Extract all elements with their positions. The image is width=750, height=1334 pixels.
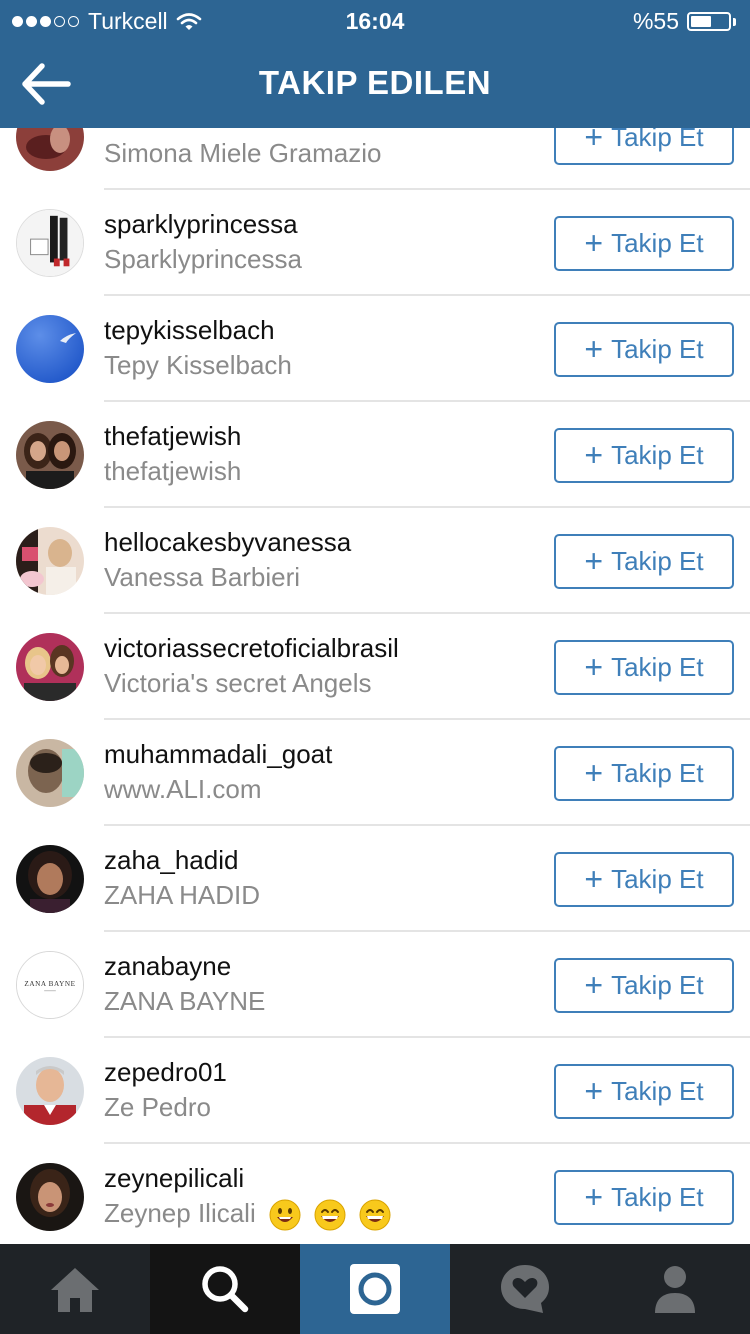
list-item[interactable]: zaha_hadid ZAHA HADID + Takip Et <box>0 826 750 932</box>
avatar[interactable] <box>16 739 84 807</box>
avatar[interactable] <box>16 1163 84 1231</box>
smiley-emoji <box>269 1199 301 1231</box>
avatar[interactable] <box>16 209 84 277</box>
grin-emoji <box>314 1199 346 1231</box>
username[interactable]: muhammadali_goat <box>104 739 332 770</box>
tab-activity[interactable] <box>450 1244 600 1334</box>
battery-icon <box>687 12 731 31</box>
follow-button[interactable]: + Takip Et <box>554 1064 734 1119</box>
list-item[interactable]: sparklyprincessa Sparklyprincessa + Takip… <box>0 190 750 296</box>
avatar[interactable] <box>16 1057 84 1125</box>
full-name: Sparklyprincessa <box>104 244 302 274</box>
list-item[interactable]: Simona Miele Gramazio + Takip Et <box>0 128 750 190</box>
home-icon <box>51 1268 99 1312</box>
status-bar: Turkcell 16:04 %55 <box>0 0 750 40</box>
follow-button[interactable]: + Takip Et <box>554 852 734 907</box>
full-name: Tepy Kisselbach <box>104 350 292 380</box>
follow-button[interactable]: + Takip Et <box>554 1170 734 1225</box>
username[interactable]: sparklyprincessa <box>104 209 298 240</box>
list-item[interactable]: zepedro01 Ze Pedro + Takip Et <box>0 1038 750 1144</box>
list-item[interactable]: ZANA BAYNE zanabayne ZANA BAYNE + Takip E… <box>0 932 750 1038</box>
full-name: Ze Pedro <box>104 1092 211 1122</box>
username[interactable]: victoriassecretoficialbrasil <box>104 633 399 664</box>
follow-button[interactable]: + Takip Et <box>554 322 734 377</box>
username[interactable]: zeynepilicali <box>104 1163 244 1194</box>
battery-group: %55 <box>633 8 736 35</box>
follow-button[interactable]: + Takip Et <box>554 640 734 695</box>
username[interactable]: zepedro01 <box>104 1057 227 1088</box>
activity-heart-icon <box>501 1265 549 1313</box>
avatar[interactable] <box>16 633 84 701</box>
full-name: Victoria's secret Angels <box>104 668 372 698</box>
follow-button[interactable]: + Takip Et <box>554 428 734 483</box>
navigation-bar: TAKIP EDILEN <box>0 40 750 128</box>
list-item[interactable]: zeynepilicali Zeynep Ilicali + Takip Et <box>0 1144 750 1244</box>
username[interactable]: zanabayne <box>104 951 231 982</box>
username[interactable]: zaha_hadid <box>104 845 238 876</box>
battery-tip <box>733 17 736 26</box>
avatar[interactable] <box>16 845 84 913</box>
username[interactable]: hellocakesbyvanessa <box>104 527 351 558</box>
username[interactable]: thefatjewish <box>104 421 241 452</box>
page-title: TAKIP EDILEN <box>258 64 492 101</box>
full-name: Vanessa Barbieri <box>104 562 301 592</box>
battery-percent: %55 <box>632 8 679 34</box>
list-item[interactable]: thefatjewish thefatjewish + Takip Et <box>0 402 750 508</box>
avatar[interactable] <box>16 421 84 489</box>
list-item[interactable]: victoriassecretoficialbrasil Victoria's … <box>0 614 750 720</box>
avatar-logo-text: ZANA BAYNE <box>24 980 75 988</box>
tab-home[interactable] <box>0 1244 150 1334</box>
follow-button[interactable]: + Takip Et <box>554 958 734 1013</box>
grin-emoji <box>359 1199 391 1231</box>
following-list[interactable]: Simona Miele Gramazio + Takip Et sparklyp… <box>0 128 750 1244</box>
full-name: thefatjewish <box>104 456 242 486</box>
list-item[interactable]: muhammadali_goat www.ALI.com + Takip Et <box>0 720 750 826</box>
avatar[interactable] <box>16 315 84 383</box>
username[interactable]: tepykisselbach <box>104 315 275 346</box>
tab-bar <box>0 1244 750 1334</box>
full-name: www.ALI.com <box>104 774 262 804</box>
full-name: Zeynep Ilicali <box>104 1198 391 1231</box>
avatar[interactable] <box>16 128 84 171</box>
list-item[interactable]: hellocakesbyvanessa Vanessa Barbieri + Ta… <box>0 508 750 614</box>
avatar[interactable] <box>16 527 84 595</box>
profile-icon <box>655 1266 695 1313</box>
follow-button[interactable]: + Takip Et <box>554 128 734 165</box>
full-name-text: Zeynep Ilicali <box>104 1198 256 1228</box>
list-item[interactable]: tepykisselbach Tepy Kisselbach + Takip Et <box>0 296 750 402</box>
tab-search[interactable] <box>150 1244 300 1334</box>
avatar[interactable]: ZANA BAYNE <box>16 951 84 1019</box>
follow-button[interactable]: + Takip Et <box>554 216 734 271</box>
tab-camera[interactable] <box>300 1244 450 1334</box>
full-name: ZANA BAYNE <box>104 986 266 1016</box>
tab-profile[interactable] <box>600 1244 750 1334</box>
full-name: Simona Miele Gramazio <box>104 138 382 168</box>
search-icon <box>202 1266 249 1313</box>
camera-icon <box>350 1264 400 1314</box>
follow-button[interactable]: + Takip Et <box>554 534 734 589</box>
full-name: ZAHA HADID <box>104 880 261 910</box>
follow-button[interactable]: + Takip Et <box>554 746 734 801</box>
